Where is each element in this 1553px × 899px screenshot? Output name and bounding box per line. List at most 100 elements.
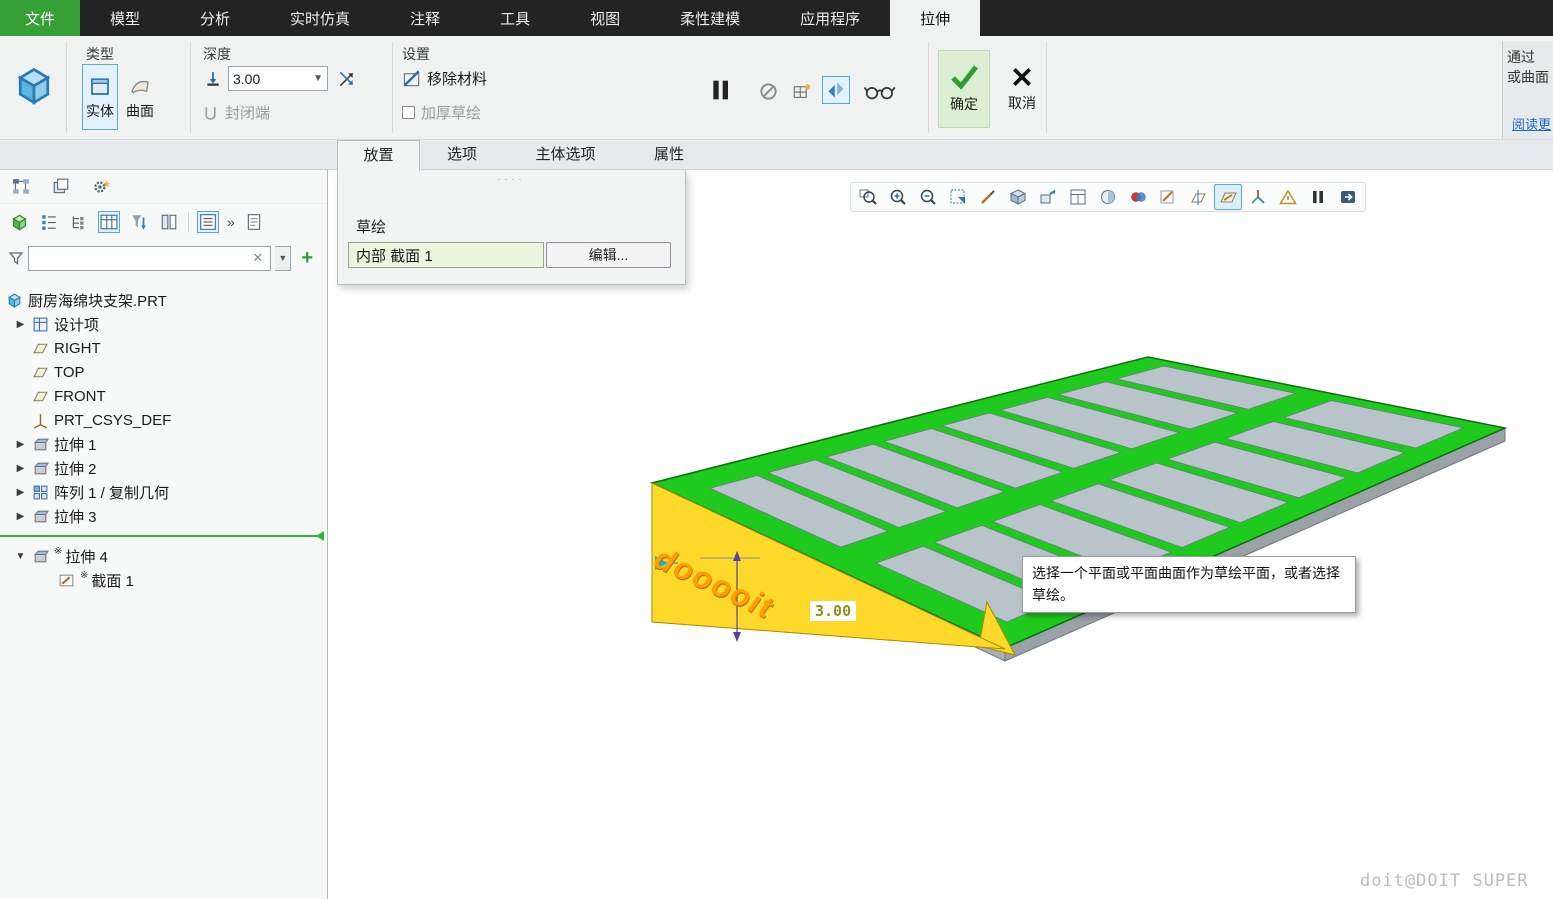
display-style-icon[interactable] — [1004, 184, 1032, 210]
tree-item-pattern-1[interactable]: ▶ 阵列 1 / 复制几何 — [0, 480, 327, 504]
depth-dimension[interactable]: 3.00 — [810, 601, 856, 621]
surface-type-button[interactable]: 曲面 — [122, 64, 158, 130]
section-icon[interactable] — [1094, 184, 1122, 210]
tree-item-label: RIGHT — [54, 340, 101, 357]
glasses-icon — [864, 83, 896, 101]
no-preview-button[interactable] — [755, 78, 781, 104]
thicken-sketch-toggle[interactable]: 加厚草绘 — [402, 102, 481, 123]
exit-icon[interactable] — [1334, 184, 1362, 210]
tree-item-extrude-2[interactable]: ▶ 拉伸 2 — [0, 456, 327, 480]
repaint-icon[interactable] — [974, 184, 1002, 210]
menu-file-button[interactable]: 文件 — [0, 0, 80, 36]
menu-item-flexible-modeling[interactable]: 柔性建模 — [650, 0, 770, 36]
depth-value-input[interactable]: 3.00 ▼ — [228, 66, 328, 91]
tree-item-design-items[interactable]: ▶ 设计项 — [0, 312, 327, 336]
tree-root-part[interactable]: 厨房海绵块支架.PRT — [0, 288, 327, 312]
sketch-collector-field[interactable]: 内部 截面 1 — [348, 242, 544, 268]
depth-dropdown-icon[interactable]: ▼ — [313, 73, 323, 84]
sketch-display-icon[interactable] — [1154, 184, 1182, 210]
pause-icon[interactable] — [1304, 184, 1332, 210]
zoom-window-icon[interactable] — [854, 184, 882, 210]
zoom-out-icon[interactable] — [914, 184, 942, 210]
tree-item-top-plane[interactable]: TOP — [0, 360, 327, 384]
menu-item-extrude-active[interactable]: 拉伸 — [890, 0, 980, 36]
tree-item-section-1[interactable]: ※ 截面 1 — [0, 568, 327, 592]
tree-item-extrude-1[interactable]: ▶ 拉伸 1 — [0, 432, 327, 456]
more-chevron-icon[interactable]: » — [227, 214, 235, 230]
geometry-preview-icon — [826, 80, 846, 100]
sketch-plane-display-icon[interactable] — [1214, 184, 1242, 210]
depth-option-button[interactable] — [200, 66, 225, 91]
tree-columns-icon[interactable] — [98, 211, 120, 233]
sponge-rack-model[interactable] — [652, 357, 1505, 661]
tree-item-label: 设计项 — [54, 314, 99, 335]
remove-material-toggle[interactable]: 移除材料 — [402, 68, 487, 89]
collapse-arrow-icon[interactable]: ▼ — [14, 551, 27, 562]
datum-display-icon[interactable] — [1184, 184, 1212, 210]
spin-center-icon[interactable] — [1244, 184, 1272, 210]
annotation-display-icon[interactable] — [1274, 184, 1302, 210]
search-dropdown-icon[interactable]: ▼ — [275, 246, 291, 271]
menu-item-analysis[interactable]: 分析 — [170, 0, 260, 36]
solid-type-button[interactable]: 实体 — [82, 64, 118, 130]
placement-panel: ···· 草绘 内部 截面 1 编辑... — [337, 170, 686, 285]
detail-view-icon[interactable] — [197, 211, 219, 233]
refit-icon[interactable] — [944, 184, 972, 210]
tree-search-input[interactable] — [33, 250, 249, 266]
flip-direction-button[interactable] — [334, 66, 359, 91]
extrude-icon — [32, 508, 49, 525]
zoom-in-icon[interactable] — [884, 184, 912, 210]
capped-ends-toggle[interactable]: 封闭端 — [202, 102, 270, 123]
add-filter-icon[interactable]: + — [295, 247, 319, 270]
menu-item-view[interactable]: 视图 — [560, 0, 650, 36]
thicken-checkbox[interactable] — [402, 106, 415, 119]
tree-item-extrude-3[interactable]: ▶ 拉伸 3 — [0, 504, 327, 528]
insertion-indicator[interactable] — [0, 535, 323, 537]
window-panes-icon[interactable] — [50, 176, 72, 198]
tree-item-csys[interactable]: PRT_CSYS_DEF — [0, 408, 327, 432]
attached-preview-button[interactable] — [822, 76, 850, 104]
expand-arrow-icon[interactable]: ▶ — [14, 319, 27, 330]
pause-button[interactable] — [704, 74, 736, 106]
layer-tree-icon[interactable] — [68, 211, 90, 233]
menu-item-applications[interactable]: 应用程序 — [770, 0, 890, 36]
expand-arrow-icon[interactable]: ▶ — [14, 439, 27, 450]
blind-depth-icon — [204, 70, 222, 88]
clear-search-icon[interactable]: ✕ — [249, 250, 266, 266]
menu-item-tools[interactable]: 工具 — [470, 0, 560, 36]
appearance-icon[interactable] — [1124, 184, 1152, 210]
tree-item-label: PRT_CSYS_DEF — [54, 412, 171, 429]
verify-button[interactable] — [862, 80, 898, 104]
read-more-link[interactable]: 阅读更 — [1512, 114, 1551, 133]
tab-options[interactable]: 选项 — [420, 140, 504, 170]
settings-gear-icon[interactable] — [90, 176, 112, 198]
report-icon[interactable] — [243, 211, 265, 233]
column-select-icon[interactable] — [158, 211, 180, 233]
sort-filter-icon[interactable] — [128, 211, 150, 233]
expand-arrow-icon[interactable]: ▶ — [14, 463, 27, 474]
view-manager-icon[interactable] — [1064, 184, 1092, 210]
panel-grip-handle[interactable]: ···· — [338, 170, 685, 184]
expand-arrow-icon[interactable]: ▶ — [14, 511, 27, 522]
cancel-button[interactable]: 取消 — [996, 50, 1048, 128]
model-tree-icon[interactable] — [8, 211, 30, 233]
tab-body-options[interactable]: 主体选项 — [504, 140, 627, 170]
edit-sketch-button[interactable]: 编辑... — [546, 242, 671, 268]
tree-item-right-plane[interactable]: RIGHT — [0, 336, 327, 360]
tree-list-icon[interactable] — [38, 211, 60, 233]
menu-item-live-sim[interactable]: 实时仿真 — [260, 0, 380, 36]
menu-item-annotate[interactable]: 注释 — [380, 0, 470, 36]
unattached-preview-button[interactable] — [788, 78, 814, 104]
tab-placement[interactable]: 放置 — [337, 140, 420, 171]
navigator-tree-icon[interactable] — [10, 176, 32, 198]
filter-funnel-icon[interactable] — [8, 250, 24, 266]
tree-item-label: 拉伸 2 — [54, 458, 97, 479]
menu-item-model[interactable]: 模型 — [80, 0, 170, 36]
tree-item-front-plane[interactable]: FRONT — [0, 384, 327, 408]
tree-item-extrude-4[interactable]: ▼ ※ 拉伸 4 — [0, 544, 327, 568]
saved-orientations-icon[interactable] — [1034, 184, 1062, 210]
regenerate-marker: ※ — [80, 570, 88, 581]
confirm-button[interactable]: 确定 — [938, 50, 990, 128]
tab-properties[interactable]: 属性 — [627, 140, 711, 170]
expand-arrow-icon[interactable]: ▶ — [14, 487, 27, 498]
